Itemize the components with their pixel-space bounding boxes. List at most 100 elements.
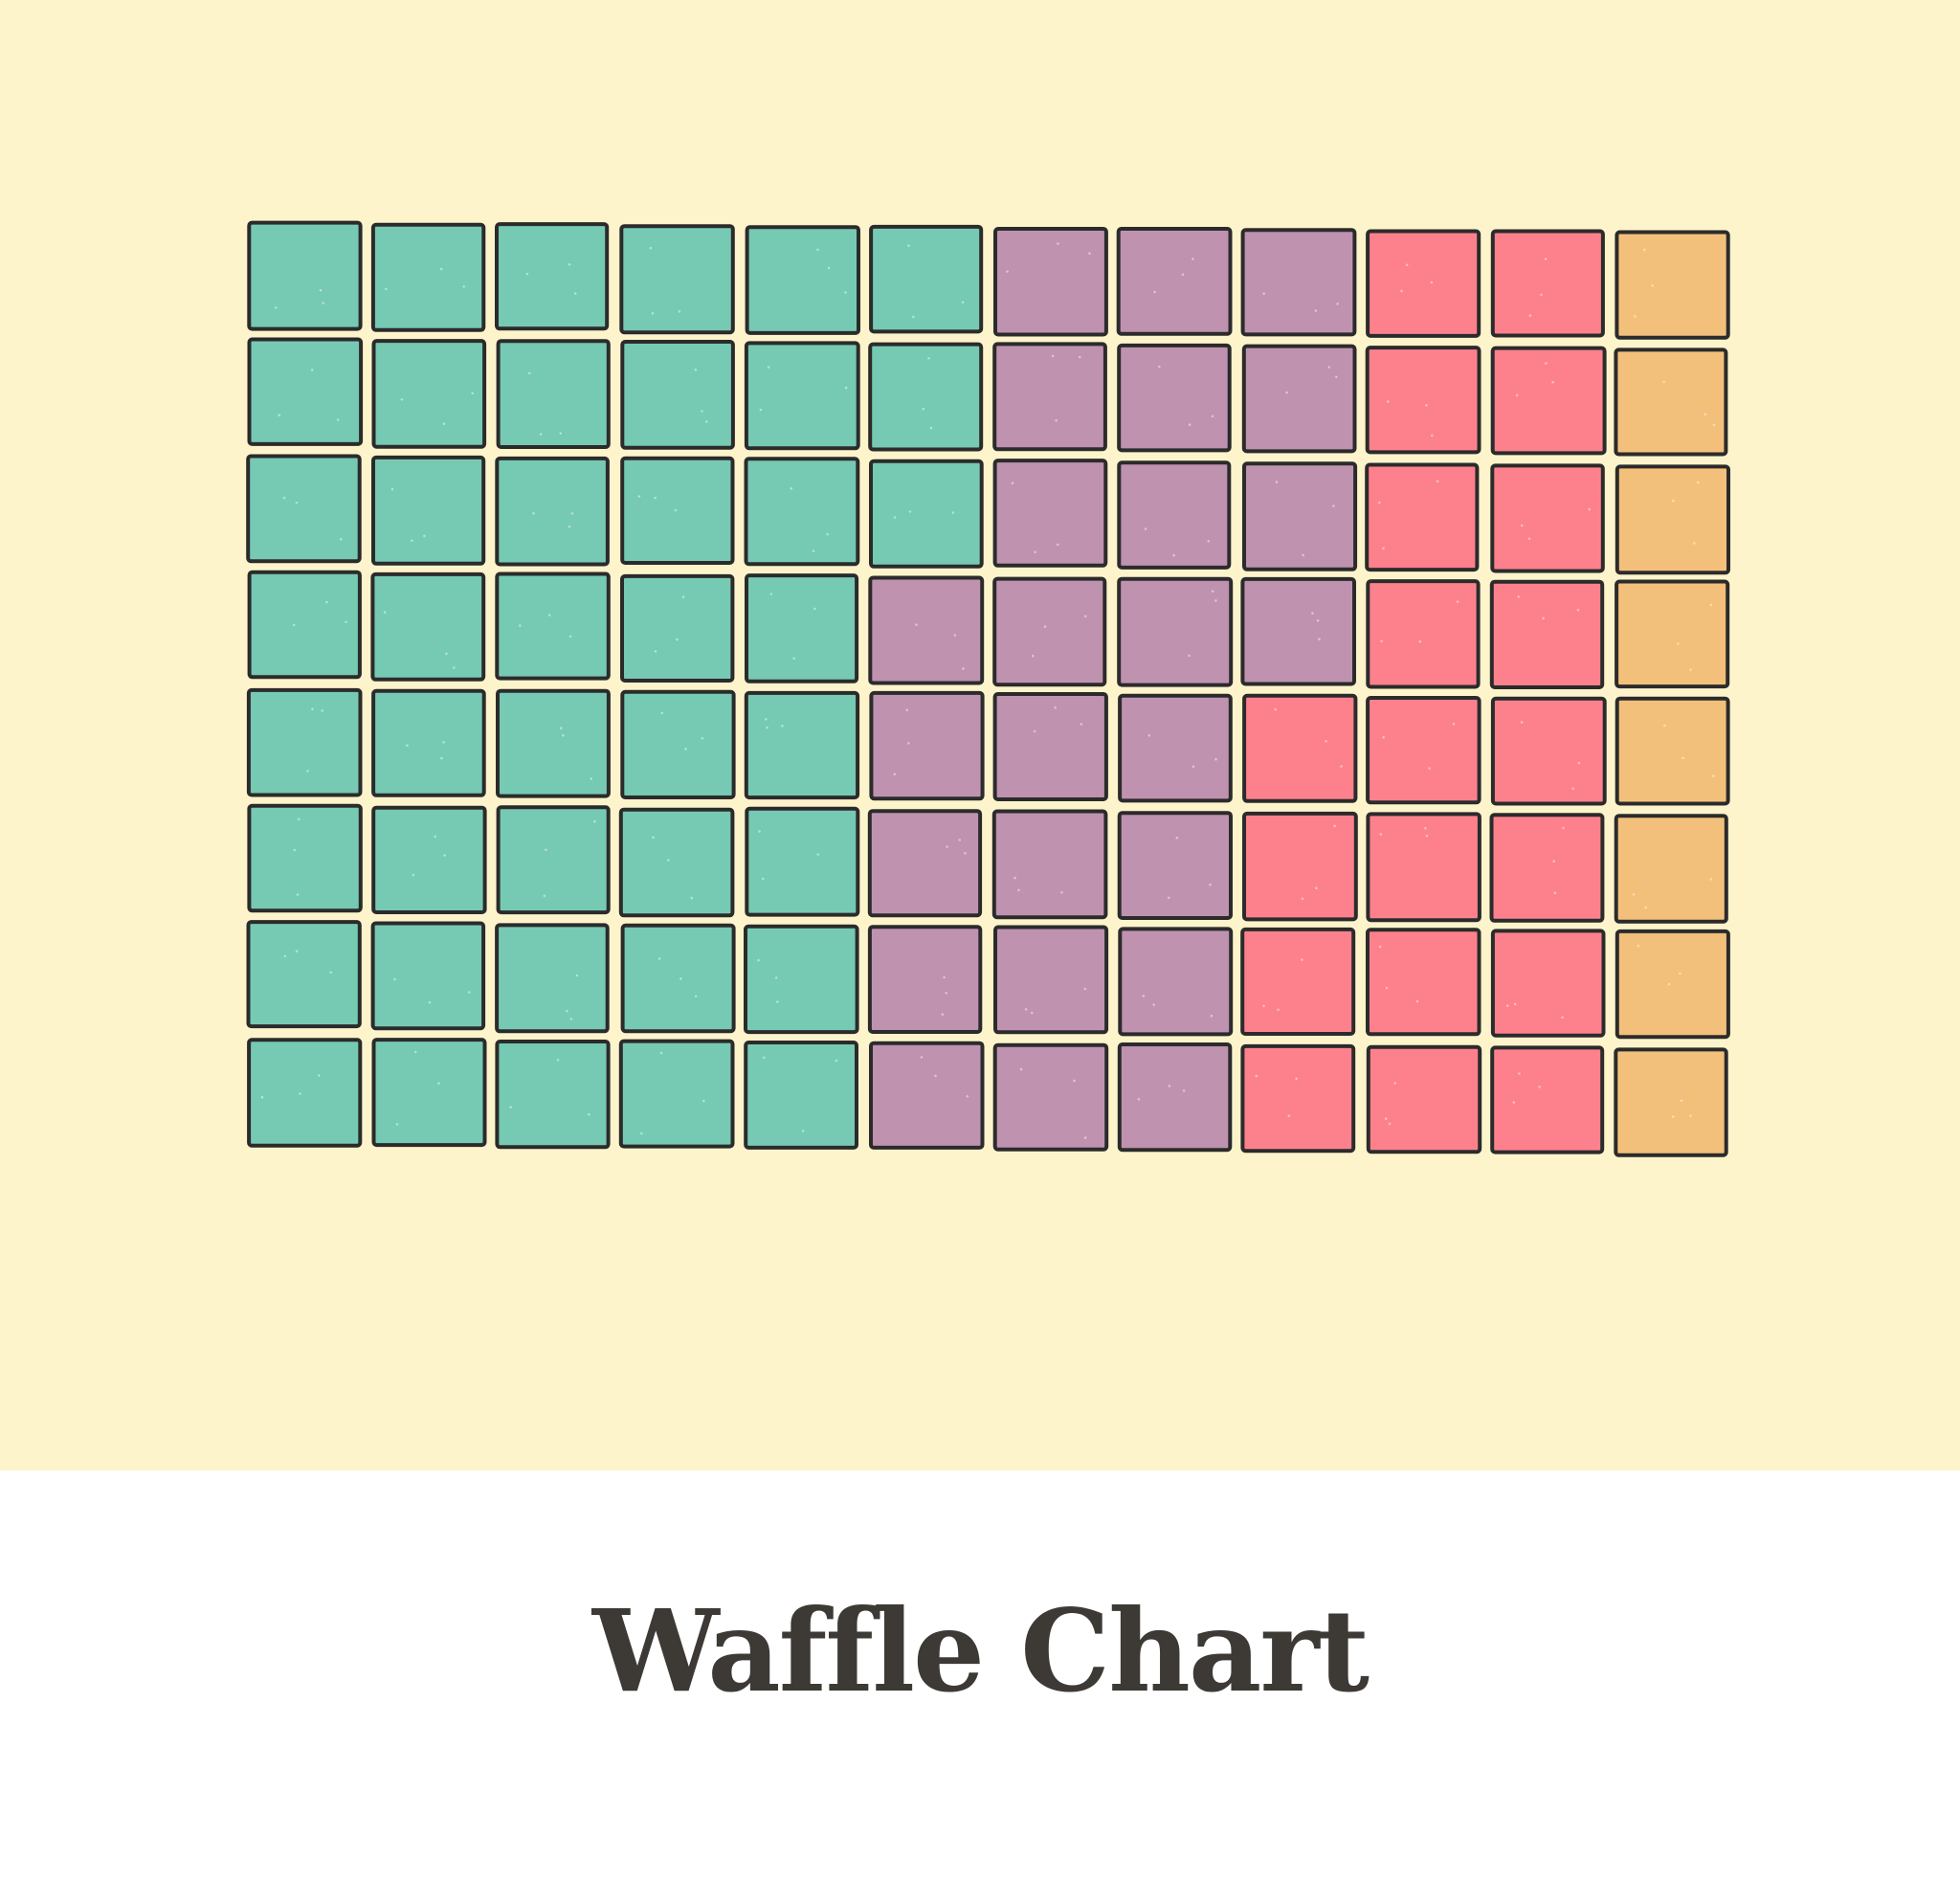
- waffle-cell-category-1: [745, 225, 860, 335]
- cell-texture-speck: [684, 748, 687, 751]
- cell-texture-speck: [412, 873, 415, 877]
- cell-texture-speck: [1301, 897, 1304, 901]
- waffle-cell-category-2: [1117, 576, 1234, 687]
- cell-texture-speck: [922, 407, 925, 411]
- waffle-cell-category-3: [1240, 1043, 1356, 1154]
- waffle-cell-category-1: [744, 1041, 859, 1150]
- waffle-cell-category-2: [992, 692, 1108, 801]
- cell-texture-speck: [961, 301, 965, 304]
- cell-texture-speck: [1255, 1074, 1258, 1078]
- waffle-cell-category-2: [1117, 811, 1233, 921]
- cell-texture-speck: [1418, 639, 1422, 643]
- cell-texture-speck: [260, 1095, 264, 1099]
- cell-texture-speck: [1168, 1085, 1171, 1087]
- cell-texture-speck: [1393, 1082, 1396, 1085]
- cell-texture-speck: [525, 272, 529, 276]
- waffle-cell-category-4: [1615, 464, 1731, 575]
- waffle-cell-category-2: [1117, 1042, 1233, 1153]
- cell-texture-speck: [758, 830, 761, 833]
- cell-texture-speck: [1671, 1115, 1675, 1118]
- cell-texture-speck: [1262, 1004, 1265, 1008]
- cell-texture-speck: [559, 727, 563, 729]
- cell-texture-speck: [573, 292, 577, 295]
- cell-texture-speck: [1538, 1086, 1541, 1088]
- waffle-cell-category-3: [1490, 1045, 1605, 1154]
- cell-texture-speck: [816, 248, 819, 252]
- cell-texture-speck: [660, 711, 664, 715]
- cell-texture-speck: [1318, 638, 1321, 640]
- cell-texture-speck: [1188, 654, 1191, 658]
- cell-texture-speck: [1031, 654, 1035, 658]
- cell-texture-speck: [1679, 972, 1682, 975]
- cell-texture-speck: [827, 266, 831, 270]
- cell-texture-speck: [1520, 524, 1524, 527]
- cell-texture-speck: [1379, 833, 1383, 836]
- cell-texture-speck: [826, 532, 829, 536]
- waffle-cell-category-4: [1615, 579, 1730, 689]
- waffle-cell-category-1: [744, 690, 860, 800]
- cell-texture-speck: [702, 1099, 705, 1103]
- cell-texture-speck: [1712, 774, 1715, 777]
- waffle-cell-category-1: [496, 688, 611, 798]
- cell-texture-speck: [1167, 896, 1170, 900]
- cell-texture-speck: [766, 726, 768, 729]
- cell-texture-speck: [637, 495, 641, 498]
- cell-texture-speck: [1506, 1004, 1509, 1007]
- cell-texture-speck: [383, 611, 387, 614]
- waffle-cell-category-1: [247, 570, 362, 680]
- waffle-cell-category-1: [247, 337, 364, 446]
- cell-texture-speck: [1644, 906, 1647, 909]
- cell-texture-speck: [1182, 1089, 1186, 1092]
- cell-texture-speck: [1540, 293, 1543, 297]
- cell-texture-speck: [659, 1051, 663, 1055]
- cell-texture-speck: [1152, 1003, 1155, 1006]
- cell-texture-speck: [1144, 527, 1147, 530]
- cell-texture-speck: [278, 414, 281, 417]
- cell-texture-speck: [654, 650, 657, 653]
- cell-texture-speck: [1033, 729, 1036, 733]
- cell-texture-speck: [1428, 767, 1431, 770]
- waffle-cell-category-3: [1366, 579, 1481, 689]
- cell-texture-speck: [1335, 375, 1338, 379]
- cell-texture-speck: [527, 371, 531, 375]
- waffle-cell-category-3: [1242, 811, 1358, 922]
- cell-texture-speck: [1682, 756, 1684, 760]
- waffle-cell-category-2: [1117, 460, 1232, 570]
- cell-texture-speck: [1515, 393, 1519, 397]
- waffle-chart: [246, 220, 1731, 1157]
- waffle-cell-category-1: [869, 224, 984, 334]
- cell-texture-speck: [1175, 836, 1179, 840]
- cell-texture-speck: [1340, 765, 1343, 768]
- cell-texture-speck: [321, 709, 324, 712]
- cell-texture-speck: [1378, 945, 1382, 949]
- cell-texture-speck: [1677, 642, 1680, 645]
- cell-texture-speck: [1311, 612, 1314, 615]
- cell-texture-speck: [953, 634, 956, 637]
- cell-texture-speck: [1577, 761, 1581, 765]
- cell-texture-speck: [674, 508, 678, 512]
- waffle-cell-category-2: [1240, 576, 1357, 686]
- cell-texture-speck: [958, 839, 962, 841]
- waffle-cell-category-2: [992, 342, 1107, 452]
- cell-texture-speck: [1137, 1098, 1141, 1101]
- waffle-cell-category-1: [247, 220, 363, 331]
- cell-texture-speck: [908, 510, 912, 513]
- cell-texture-speck: [651, 312, 655, 315]
- waffle-cell-category-1: [370, 921, 486, 1031]
- waffle-cell-category-1: [620, 573, 735, 683]
- cell-texture-speck: [945, 992, 947, 995]
- cell-texture-speck: [1382, 736, 1385, 739]
- cell-texture-speck: [1056, 543, 1059, 547]
- cell-texture-speck: [964, 852, 967, 855]
- cell-texture-speck: [1663, 724, 1666, 728]
- waffle-cell-category-1: [371, 339, 487, 449]
- cell-texture-speck: [1083, 615, 1087, 617]
- cell-texture-speck: [434, 835, 437, 839]
- waffle-cell-category-1: [496, 339, 611, 450]
- cell-texture-speck: [657, 957, 661, 960]
- waffle-cell-category-1: [370, 571, 486, 682]
- waffle-cell-category-2: [1241, 344, 1357, 454]
- cell-texture-speck: [1188, 423, 1192, 427]
- cell-texture-speck: [1697, 481, 1700, 484]
- cell-texture-speck: [774, 976, 778, 979]
